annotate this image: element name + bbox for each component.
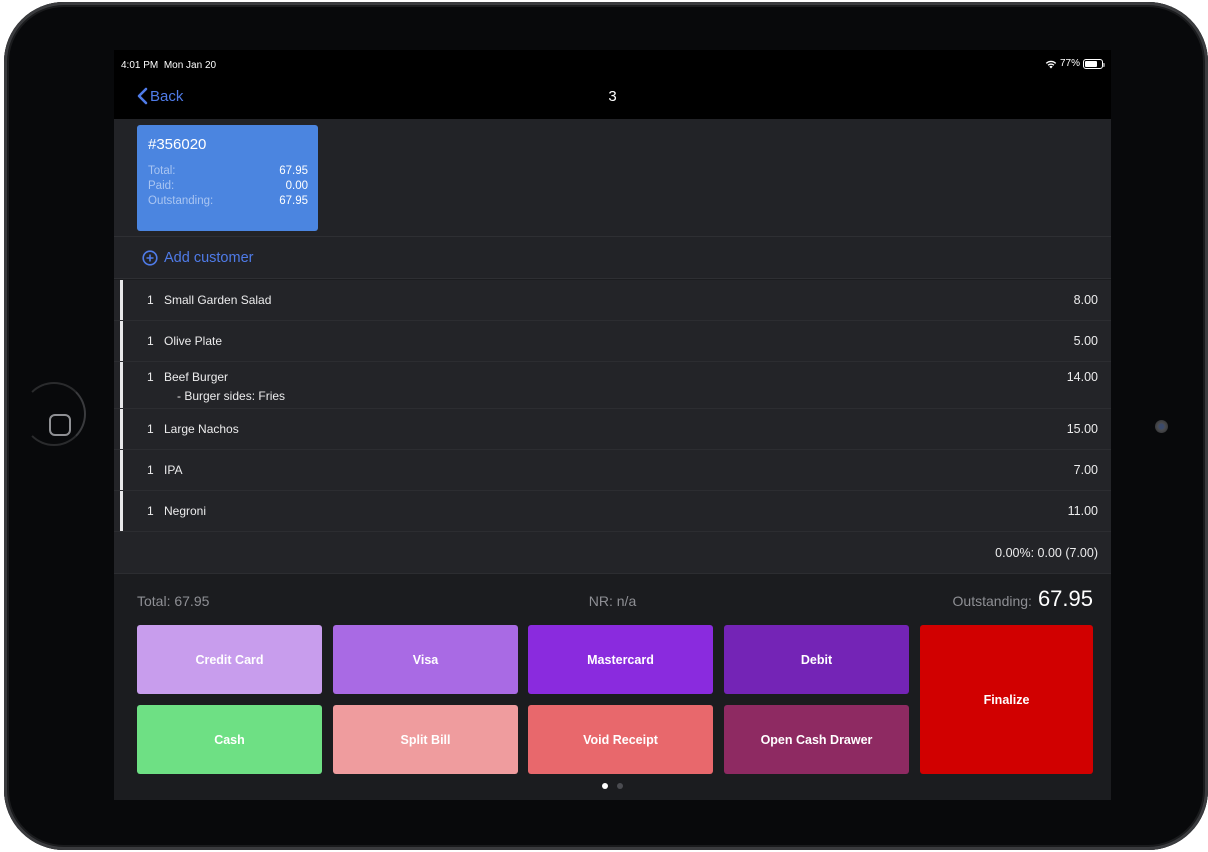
item-price: 11.00 [1067, 504, 1098, 518]
bill-summary: Total: 67.95 NR: n/a Outstanding: 67.95 [114, 576, 1111, 624]
summary-outstanding-value: 67.95 [1037, 586, 1093, 611]
add-customer-label: Add customer [164, 249, 254, 266]
split-bill-button[interactable]: Split Bill [333, 705, 518, 774]
discount-text: 0.00%: 0.00 (7.00) [995, 545, 1098, 560]
page-dot[interactable] [602, 783, 608, 789]
front-camera [1155, 420, 1168, 433]
list-item[interactable]: 1 Negroni 11.00 [114, 491, 1111, 532]
finalize-button[interactable]: Finalize [920, 625, 1093, 774]
item-name: Beef Burger [164, 370, 229, 384]
wifi-icon [1045, 60, 1057, 68]
void-receipt-button[interactable]: Void Receipt [528, 705, 713, 774]
orders-strip: #356020 Total: 67.95 Paid: 0.00 Outstand… [114, 119, 1111, 237]
item-price: 14.00 [1066, 370, 1098, 384]
page-dot[interactable] [617, 783, 623, 789]
battery-percent: 77% [1059, 58, 1080, 69]
order-outstanding-value: 67.95 [279, 195, 308, 207]
list-item[interactable]: 1 Large Nachos 15.00 [114, 409, 1111, 450]
battery-tip [1103, 62, 1105, 67]
battery-level [1085, 60, 1098, 67]
status-time: 4:01 PM Mon Jan 20 [121, 60, 216, 71]
item-modifier: - Burger sides: Fries [177, 389, 286, 403]
item-price: 15.00 [1066, 422, 1098, 436]
order-paid-row: Paid: 0.00 [148, 179, 308, 194]
summary-outstanding: Outstanding: 67.95 [953, 586, 1093, 612]
item-name: Small Garden Salad [164, 293, 272, 307]
plus-circle-icon [142, 249, 158, 266]
item-price: 8.00 [1073, 293, 1098, 307]
discount-line[interactable]: 0.00%: 0.00 (7.00) [114, 532, 1111, 574]
add-customer-button[interactable]: Add customer [114, 237, 1111, 279]
item-quantity: 1 [147, 370, 154, 384]
order-outstanding-row: Outstanding: 67.95 [148, 194, 308, 209]
debit-button[interactable]: Debit [724, 625, 909, 694]
order-paid-label: Paid: [148, 180, 175, 192]
order-total-value: 67.95 [279, 165, 308, 177]
item-price: 7.00 [1073, 463, 1098, 477]
list-item[interactable]: 1 Olive Plate 5.00 [114, 321, 1111, 362]
navigation-bar: 4:01 PM Mon Jan 20 77% Back 3 [114, 50, 1111, 119]
status-time-value: 4:01 PM [121, 60, 159, 71]
cash-button[interactable]: Cash [137, 705, 322, 774]
order-items-list: 1 Small Garden Salad 8.00 1 Olive Plate 5.… [114, 280, 1111, 574]
item-quantity: 1 [147, 463, 154, 477]
table-number-title: 3 [608, 88, 617, 105]
page-indicator[interactable] [114, 783, 1111, 789]
order-paid-value: 0.00 [285, 180, 308, 192]
list-item[interactable]: 1 Beef Burger - Burger sides: Fries 14.00 [114, 362, 1111, 409]
list-item[interactable]: 1 Small Garden Salad 8.00 [114, 280, 1111, 321]
item-quantity: 1 [147, 422, 154, 436]
home-button[interactable] [49, 414, 71, 436]
status-date: Mon Jan 20 [163, 60, 217, 71]
item-price: 5.00 [1073, 334, 1098, 348]
item-name: Negroni [164, 504, 207, 518]
pos-screen: 4:01 PM Mon Jan 20 77% Back 3 #356020 To… [114, 50, 1111, 800]
item-quantity: 1 [147, 504, 154, 518]
battery-icon [1083, 58, 1105, 69]
tablet-device-frame: 4:01 PM Mon Jan 20 77% Back 3 #356020 To… [4, 2, 1208, 850]
order-outstanding-label: Outstanding: [148, 195, 214, 207]
item-quantity: 1 [147, 293, 154, 307]
item-name: Olive Plate [164, 334, 223, 348]
item-name: IPA [164, 463, 183, 477]
open-cash-drawer-button[interactable]: Open Cash Drawer [724, 705, 909, 774]
item-name: Large Nachos [164, 422, 239, 436]
credit-card-button[interactable]: Credit Card [137, 625, 322, 694]
summary-outstanding-label: Outstanding: [952, 593, 1032, 609]
order-id: #356020 [148, 136, 207, 153]
visa-button[interactable]: Visa [333, 625, 518, 694]
item-quantity: 1 [147, 334, 154, 348]
order-total-row: Total: 67.95 [148, 164, 308, 179]
order-card[interactable]: #356020 Total: 67.95 Paid: 0.00 Outstand… [137, 125, 318, 231]
mastercard-button[interactable]: Mastercard [528, 625, 713, 694]
list-item[interactable]: 1 IPA 7.00 [114, 450, 1111, 491]
order-total-label: Total: [148, 165, 176, 177]
status-indicators: 77% [1045, 58, 1105, 69]
